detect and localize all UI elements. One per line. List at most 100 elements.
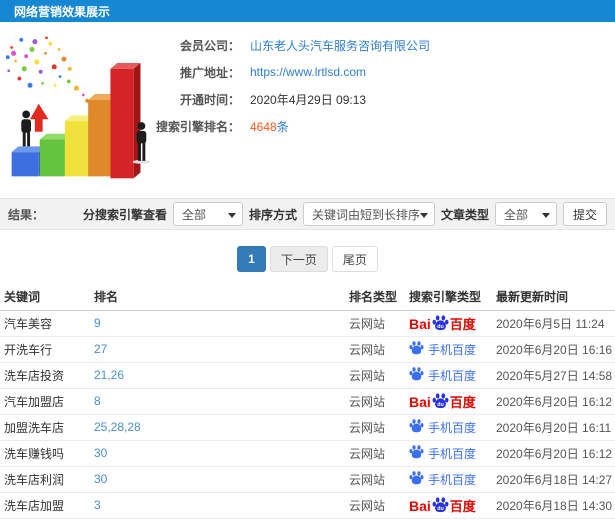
next-page-button[interactable]: 下一页 [269,246,328,272]
rank-type-cell: 云网站 [345,310,405,337]
mobile-baidu-label: 手机百度 [428,420,477,435]
baidu-logo-cn: 百度 [449,499,476,514]
bar-chart-illustration [0,22,155,198]
baidu-logo: Bai du 百度 [409,392,476,409]
info-section: 会员公司： 山东老人头汽车服务咨询有限公司 推广地址： https://www.… [0,22,615,198]
baidu-paw-icon [409,340,428,358]
svg-text:du: du [437,402,443,408]
baidu-logo-cn: 百度 [449,317,476,332]
chevron-down-icon [227,213,236,218]
engine-cell: Bai du 百度 [405,310,492,337]
results-table: 关键词 排名 排名类型 搜索引擎类型 最新更新时间 汽车美容 9 云网站 Bai… [0,284,615,519]
col-header-keyword: 关键词 [0,284,90,311]
open-time-value: 2020年4月29日 09:13 [250,92,367,107]
engine-cell: 手机百度 [405,362,492,389]
rank-type-cell: 云网站 [345,388,405,415]
table-header-row: 关键词 排名 排名类型 搜索引擎类型 最新更新时间 [0,284,615,311]
open-time-row: 开通时间： 2020年4月29日 09:13 [155,92,615,107]
engine-cell: Bai du 百度 [405,388,492,415]
baidu-paw-icon [409,418,428,436]
article-type-select[interactable]: 全部 [494,202,557,226]
rank-type-cell: 云网站 [345,336,405,363]
rank-cell[interactable]: 3 [90,492,345,519]
mobile-baidu-label: 手机百度 [428,446,477,461]
rank-cell[interactable]: 21,26 [90,362,345,389]
sort-filter-label: 排序方式 [248,207,297,222]
result-label: 结果： [8,207,45,222]
keyword-cell: 汽车加盟店 [0,388,90,415]
mobile-baidu-logo: 手机百度 [409,444,476,462]
table-row: 汽车加盟店 8 云网站 Bai du 百度 2020年6月20日 16:12 [0,388,615,415]
article-type-label: 文章类型 [440,207,489,222]
engine-cell: 手机百度 [405,440,492,467]
engine-select[interactable]: 全部 [172,202,243,226]
submit-button[interactable]: 提交 [562,202,607,226]
growth-chart-graphic [5,36,151,179]
mobile-baidu-label: 手机百度 [428,472,477,487]
engine-cell: 手机百度 [405,466,492,493]
engine-rank-label: 搜索引擎排名： [155,119,240,134]
updated-cell: 2020年6月20日 16:16 [492,336,615,363]
chevron-down-icon [541,213,550,218]
rank-cell[interactable]: 25,28,28 [90,414,345,441]
keyword-cell: 洗车店投资 [0,362,90,389]
table-row: 洗车赚钱吗 30 云网站 手机百度 2020年6月20日 16:12 [0,440,615,467]
promo-url-label: 推广地址： [179,65,240,80]
rank-cell[interactable]: 27 [90,336,345,363]
engine-filter-label: 分搜索引擎查看 [82,207,167,222]
keyword-cell: 洗车赚钱吗 [0,440,90,467]
baidu-logo: Bai du 百度 [409,314,476,331]
article-type-select-value: 全部 [503,207,528,222]
mobile-baidu-logo: 手机百度 [409,418,476,436]
rank-cell[interactable]: 8 [90,388,345,415]
keyword-cell: 洗车店加盟 [0,492,90,519]
baidu-logo-latin: Bai [409,498,431,514]
updated-cell: 2020年6月18日 14:30 [492,492,615,519]
baidu-paw-icon [409,470,428,488]
mobile-baidu-label: 手机百度 [428,368,477,383]
col-header-updated: 最新更新时间 [492,284,615,311]
keyword-cell: 加盟洗车店 [0,414,90,441]
promo-url-link[interactable]: https://www.lrtlsd.com [250,65,366,79]
baidu-paw-icon: du [431,496,450,513]
engine-select-value: 全部 [181,207,206,222]
keyword-cell: 汽车美容 [0,310,90,337]
col-header-rank: 排名 [90,284,345,311]
engine-cell: 手机百度 [405,336,492,363]
keyword-cell: 开洗车行 [0,336,90,363]
up-arrow-icon [30,103,49,132]
updated-cell: 2020年6月5日 11:24 [492,310,615,337]
svg-text:du: du [437,506,443,512]
rank-type-cell: 云网站 [345,466,405,493]
baidu-paw-icon: du [431,392,450,409]
mobile-baidu-logo: 手机百度 [409,366,476,384]
keyword-cell: 洗车店利润 [0,466,90,493]
baidu-paw-icon [409,366,428,384]
baidu-logo: Bai du 百度 [409,496,476,513]
engine-rank-row: 搜索引擎排名： 4648条 [155,119,615,134]
mobile-baidu-logo: 手机百度 [409,470,476,488]
mobile-baidu-logo: 手机百度 [409,340,476,358]
rank-cell[interactable]: 30 [90,466,345,493]
baidu-logo-cn: 百度 [449,395,476,410]
open-time-label: 开通时间： [179,92,240,107]
updated-cell: 2020年6月18日 14:27 [492,466,615,493]
rank-cell[interactable]: 30 [90,440,345,467]
updated-cell: 2020年6月20日 16:12 [492,388,615,415]
rank-type-cell: 云网站 [345,492,405,519]
last-page-button[interactable]: 尾页 [331,246,378,272]
page-button-1[interactable]: 1 [237,246,266,272]
company-link[interactable]: 山东老人头汽车服务咨询有限公司 [250,37,430,54]
sort-select[interactable]: 关键词由短到长排序 [302,202,435,226]
engine-rank-count: 4648 [250,119,277,134]
baidu-logo-latin: Bai [409,316,431,332]
engine-cell: Bai du 百度 [405,492,492,519]
col-header-rank-type: 排名类型 [345,284,405,311]
engine-rank-unit: 条 [276,119,289,134]
rank-cell[interactable]: 9 [90,310,345,337]
table-row: 加盟洗车店 25,28,28 云网站 手机百度 2020年6月20日 16:11 [0,414,615,441]
chevron-down-icon [419,213,428,218]
info-panel: 会员公司： 山东老人头汽车服务咨询有限公司 推广地址： https://www.… [155,22,615,198]
table-row: 洗车店投资 21,26 云网站 手机百度 2020年5月27日 14:58 [0,362,615,389]
rank-type-cell: 云网站 [345,362,405,389]
